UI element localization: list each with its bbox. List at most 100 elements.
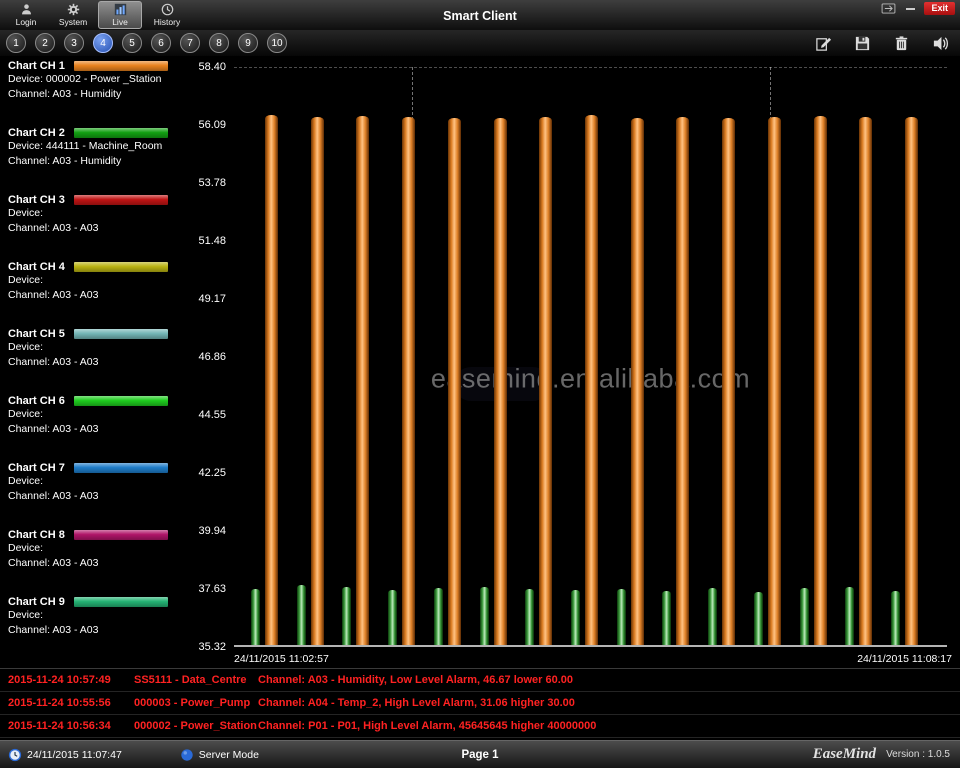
- bar-ch2: [480, 587, 489, 645]
- version-label: Version : 1.0.5: [886, 749, 950, 760]
- save-button[interactable]: [850, 32, 874, 54]
- y-axis-tick: 46.86: [198, 351, 226, 363]
- nav-history-button[interactable]: History: [145, 1, 189, 29]
- page-tab-9[interactable]: 9: [238, 33, 258, 53]
- channel-title: Chart CH 9: [8, 596, 65, 608]
- alarm-row[interactable]: 2015-11-24 10:57:49SS5111 - Data_CentreC…: [0, 669, 960, 692]
- channel-legend: Chart CH 9Device:Channel: A03 - A03: [8, 596, 182, 659]
- trash-button[interactable]: [889, 32, 913, 54]
- history-icon: [161, 3, 174, 16]
- channel-channel: Channel: A03 - A03: [8, 222, 182, 236]
- exit-button[interactable]: Exit: [924, 2, 955, 15]
- live-chart: 58.4056.0953.7851.4849.1746.8644.5542.25…: [182, 56, 960, 668]
- alarm-message: Channel: P01 - P01, High Level Alarm, 45…: [258, 720, 960, 732]
- alarm-time: 2015-11-24 10:55:56: [8, 697, 134, 709]
- channel-channel: Channel: A03 - A03: [8, 289, 182, 303]
- channel-color-swatch: [74, 530, 168, 540]
- bar-ch1: [631, 118, 644, 645]
- channel-legend: Chart CH 8Device:Channel: A03 - A03: [8, 529, 182, 592]
- bar-ch1: [814, 116, 827, 645]
- y-axis-tick: 39.94: [198, 525, 226, 537]
- mode-icon: [180, 748, 194, 762]
- alarm-time: 2015-11-24 10:57:49: [8, 674, 134, 686]
- channel-color-swatch: [74, 463, 168, 473]
- plot-area: easemind.en.alibaba.com: [234, 67, 947, 647]
- channel-color-swatch: [74, 329, 168, 339]
- nav-system-button[interactable]: System: [51, 1, 95, 29]
- status-right: EaseMind Version : 1.0.5: [813, 746, 950, 763]
- switch-window-button[interactable]: [880, 3, 896, 15]
- channel-device: Device:: [8, 408, 182, 422]
- bar-ch1: [859, 117, 872, 645]
- y-axis-tick: 44.55: [198, 409, 226, 421]
- system-icon: [67, 3, 80, 16]
- page-tab-6[interactable]: 6: [151, 33, 171, 53]
- y-axis-tick: 35.32: [198, 641, 226, 653]
- main-nav: Login System LiveHistory: [4, 1, 189, 29]
- switch-icon: [881, 3, 896, 14]
- channel-device: Device: 000002 - Power _Station: [8, 73, 182, 87]
- bar-ch1: [676, 117, 689, 645]
- alarm-list: 2015-11-24 10:57:49SS5111 - Data_Centre C…: [0, 668, 960, 740]
- channel-device: Device:: [8, 475, 182, 489]
- status-bar: 24/11/2015 11:07:47 Server Mode Page 1 E…: [0, 740, 960, 768]
- bar-ch1: [768, 117, 781, 645]
- page-tab-3[interactable]: 3: [64, 33, 84, 53]
- speaker-button[interactable]: [928, 32, 952, 54]
- bar-ch2: [342, 587, 351, 645]
- minimize-button[interactable]: [902, 3, 918, 15]
- grid-line-top: [234, 67, 947, 68]
- bar-ch1: [265, 115, 278, 645]
- page-tab-1[interactable]: 1: [6, 33, 26, 53]
- bar-ch2: [845, 587, 854, 645]
- nav-label: System: [59, 17, 87, 27]
- bar-ch1: [448, 118, 461, 645]
- login-icon: [20, 3, 33, 16]
- alarm-time: 2015-11-24 10:56:34: [8, 720, 134, 732]
- bar-ch1: [905, 117, 918, 645]
- page-tab-5[interactable]: 5: [122, 33, 142, 53]
- page-tab-10[interactable]: 10: [267, 33, 287, 53]
- page-tab-7[interactable]: 7: [180, 33, 200, 53]
- channel-legend: Chart CH 1Device: 000002 - Power _Statio…: [8, 60, 182, 123]
- channel-color-swatch: [74, 128, 168, 138]
- channel-legend: Chart CH 4Device:Channel: A03 - A03: [8, 261, 182, 324]
- channel-device: Device:: [8, 542, 182, 556]
- page-tab-bar: 123456789 10: [0, 30, 960, 56]
- y-axis-tick: 58.40: [198, 61, 226, 73]
- bar-ch2: [297, 585, 306, 645]
- channel-channel: Channel: A03 - A03: [8, 557, 182, 571]
- bar-ch1: [539, 117, 552, 645]
- trash-icon: [893, 35, 910, 52]
- page-tab-8[interactable]: 8: [209, 33, 229, 53]
- channel-legend: Chart CH 6Device:Channel: A03 - A03: [8, 395, 182, 458]
- bar-ch1: [311, 117, 324, 645]
- channel-title: Chart CH 8: [8, 529, 65, 541]
- channel-title: Chart CH 2: [8, 127, 65, 139]
- alarm-row[interactable]: 2015-11-24 10:56:34000002 - Power_Statio…: [0, 715, 960, 738]
- page-tab-4[interactable]: 4: [93, 33, 113, 53]
- alarm-device: SS5111 - Data_Centre: [134, 674, 258, 686]
- brand-logo: EaseMind: [813, 746, 876, 763]
- page-tab-2[interactable]: 2: [35, 33, 55, 53]
- channel-title: Chart CH 7: [8, 462, 65, 474]
- bar-ch2: [251, 589, 260, 645]
- edit-button[interactable]: [811, 32, 835, 54]
- y-axis-tick: 42.25: [198, 467, 226, 479]
- nav-live-button[interactable]: Live: [98, 1, 142, 29]
- alarm-row[interactable]: 2015-11-24 10:55:56000003 - Power_PumpCh…: [0, 692, 960, 715]
- window-controls: Exit: [880, 2, 955, 15]
- channel-color-swatch: [74, 195, 168, 205]
- minimize-icon: [906, 8, 915, 10]
- channel-channel: Channel: A03 - A03: [8, 423, 182, 437]
- channel-channel: Channel: A03 - Humidity: [8, 155, 182, 169]
- bar-ch2: [800, 588, 809, 645]
- channel-legend: Chart CH 7Device:Channel: A03 - A03: [8, 462, 182, 525]
- chart-toolbar: [811, 32, 952, 54]
- status-mode-indicator: [180, 748, 194, 762]
- nav-login-button[interactable]: Login: [4, 1, 48, 29]
- bar-ch2: [388, 590, 397, 645]
- x-axis-end-label: 24/11/2015 11:08:17: [857, 653, 952, 665]
- live-icon: [114, 3, 127, 16]
- y-axis: 58.4056.0953.7851.4849.1746.8644.5542.25…: [182, 67, 230, 647]
